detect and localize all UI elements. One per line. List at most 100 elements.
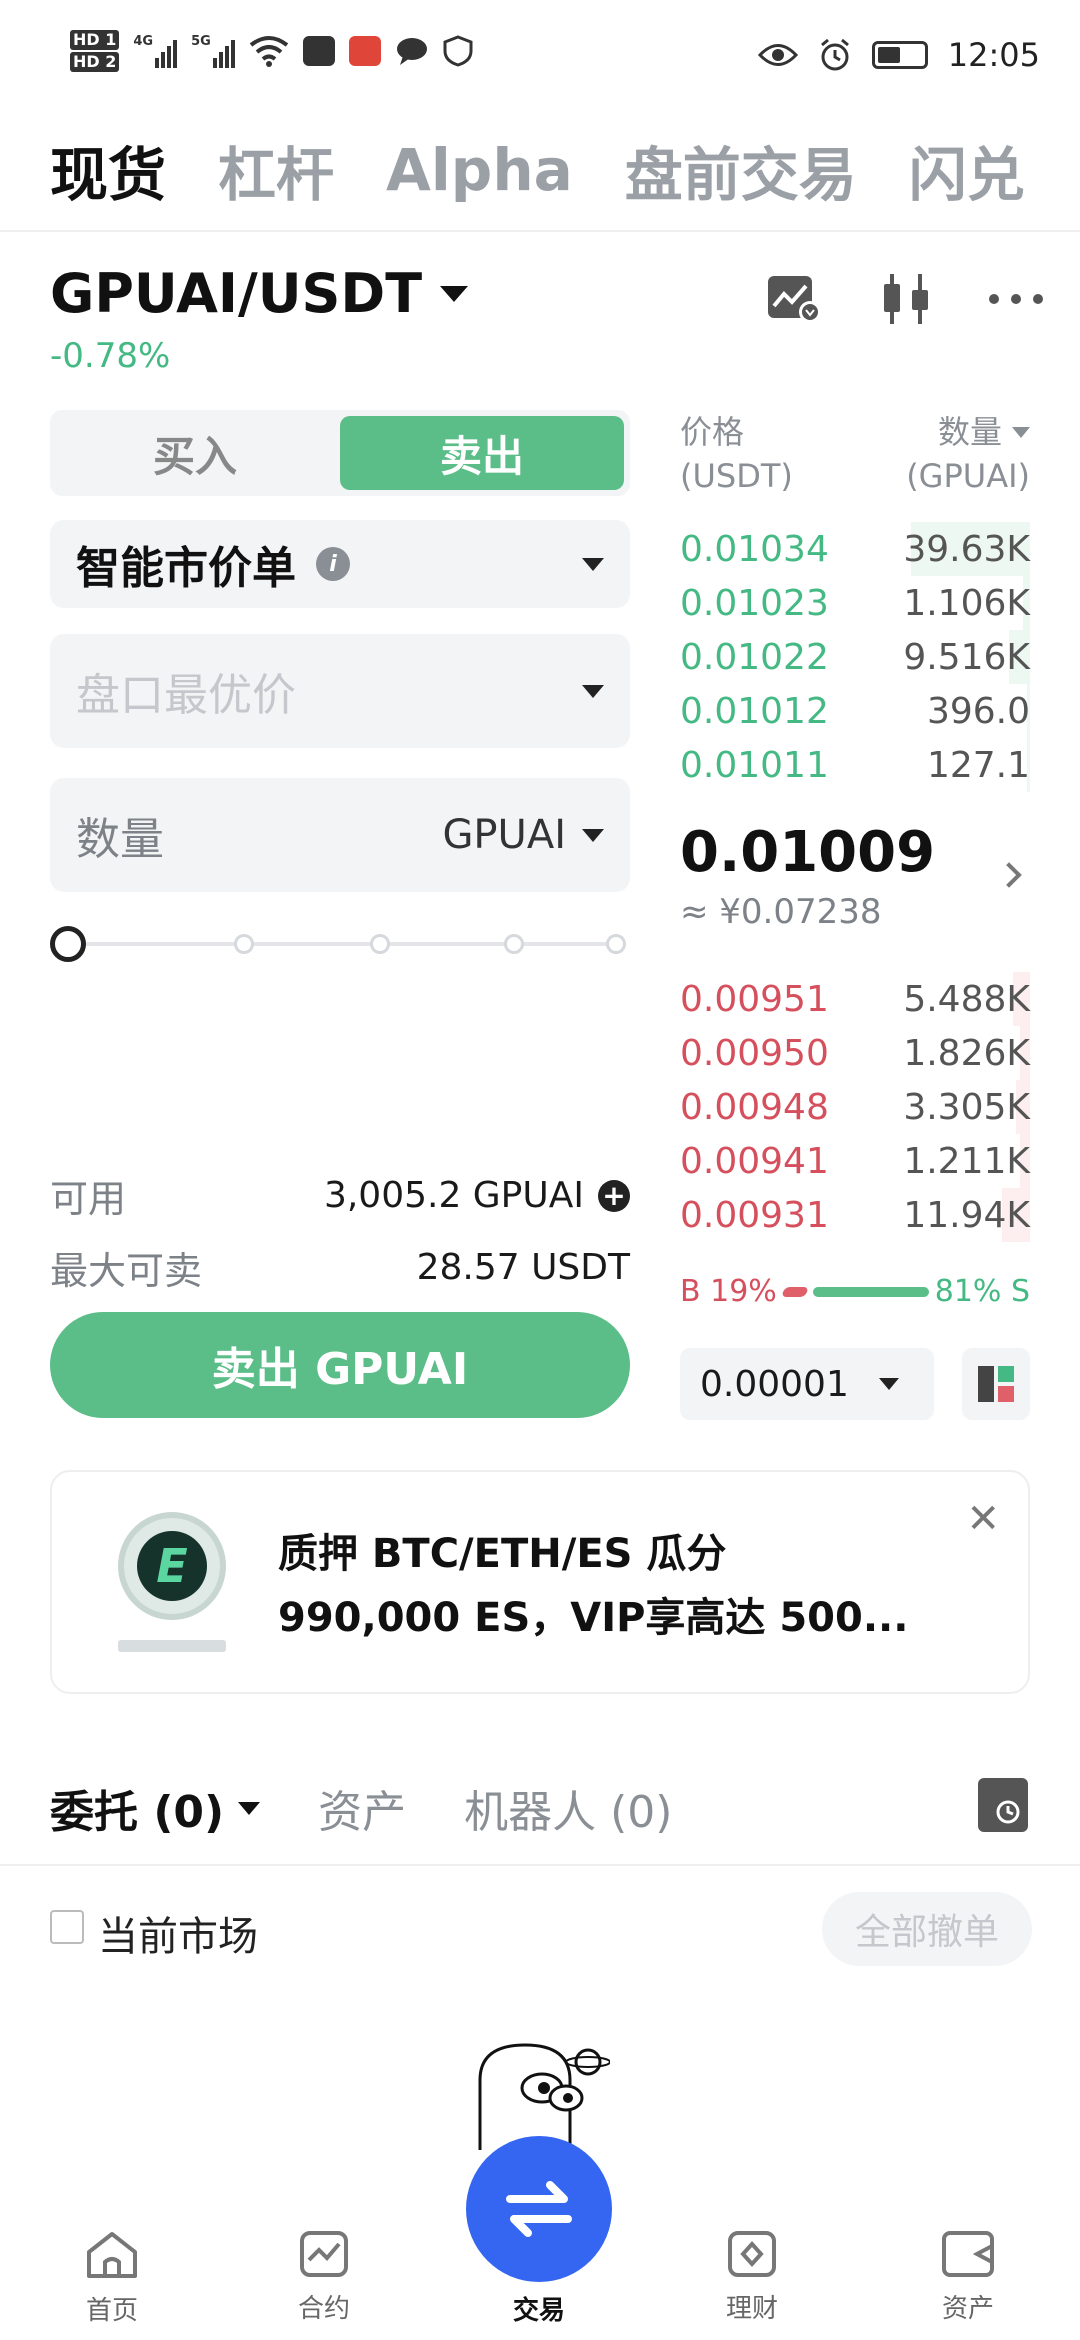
amount-unit-select[interactable]: GPUAI — [442, 812, 604, 858]
available-row: 可用 3,005.2 GPUAI + — [50, 1168, 630, 1223]
more-icon[interactable] — [988, 293, 1044, 305]
chevron-down-icon — [582, 684, 604, 698]
qty-unit: (GPUAI) — [906, 457, 1030, 495]
ask-row[interactable]: 0.01011 127.1 — [680, 738, 1030, 792]
cancel-all-button[interactable]: 全部撤单 — [822, 1892, 1032, 1966]
price-placeholder: 盘口最优价 — [76, 670, 296, 721]
bid-qty: 3.305K — [903, 1086, 1030, 1128]
sell-tab[interactable]: 卖出 — [340, 416, 624, 490]
bid-price: 0.00951 — [680, 978, 829, 1020]
orderbook-header: 价格 (USDT) 数量 (GPUAI) — [680, 410, 1030, 498]
tab-assets[interactable]: 资产 — [318, 1776, 406, 1840]
order-type-select[interactable]: 智能市价单 i — [50, 520, 630, 608]
header-icons — [766, 272, 1044, 326]
amount-slider[interactable] — [50, 924, 630, 964]
tab-alpha[interactable]: Alpha — [386, 136, 573, 204]
last-price[interactable]: 0.01009 — [680, 820, 935, 885]
orders-tabs: 委托 (0) 资产 机器人 (0) — [50, 1776, 672, 1840]
buy-sell-ratio: B 19% 81% S — [680, 1274, 1030, 1309]
amount-input[interactable]: 数量 GPUAI — [50, 778, 630, 892]
bid-qty: 11.94K — [903, 1194, 1030, 1236]
bid-price: 0.00931 — [680, 1194, 829, 1236]
bid-row[interactable]: 0.00950 1.826K — [680, 1026, 1030, 1080]
precision-select[interactable]: 0.00001 — [680, 1348, 934, 1420]
chevron-right-icon[interactable] — [996, 862, 1022, 888]
chevron-down-icon — [1012, 426, 1030, 438]
amount-unit: GPUAI — [442, 812, 566, 858]
current-market-label: 当前市场 — [98, 1914, 258, 1960]
orderbook-layout-button[interactable] — [962, 1348, 1030, 1420]
hd2-badge: HD 2 — [70, 52, 120, 72]
ask-price: 0.01034 — [680, 528, 829, 570]
eye-icon — [757, 44, 798, 66]
max-sell-row: 最大可卖 28.57 USDT — [50, 1240, 630, 1295]
earn-icon — [728, 2231, 776, 2277]
chevron-down-icon — [582, 828, 604, 842]
banner-line2: 990,000 ES，VIP享高达 500... — [278, 1595, 909, 1641]
nav-home[interactable]: 首页 — [32, 2230, 192, 2327]
top-divider — [0, 230, 1080, 232]
qty-header-select[interactable]: 数量 — [906, 410, 1030, 454]
ask-price: 0.01022 — [680, 636, 829, 678]
chart-alert-icon[interactable] — [766, 274, 824, 324]
signal-5g-icon: 5G — [191, 34, 235, 68]
buy-sell-toggle: 买入 卖出 — [50, 410, 630, 496]
bid-price: 0.00950 — [680, 1032, 829, 1074]
slider-knob[interactable] — [50, 926, 86, 962]
precision-value: 0.00001 — [700, 1363, 849, 1405]
bid-row[interactable]: 0.00931 11.94K — [680, 1188, 1030, 1242]
slider-stop-25[interactable] — [234, 934, 254, 954]
ask-price: 0.01023 — [680, 582, 829, 624]
ask-row[interactable]: 0.01034 39.63K — [680, 522, 1030, 576]
tab-convert[interactable]: 闪兑 — [909, 128, 1025, 212]
nav-futures[interactable]: 合约 — [244, 2230, 404, 2325]
tab-premarket[interactable]: 盘前交易 — [625, 128, 857, 212]
hd-badges: HD 1 HD 2 — [70, 30, 120, 72]
tab-spot[interactable]: 现货 — [50, 128, 166, 212]
chevron-down-icon — [440, 285, 469, 302]
mascot-illustration — [478, 2043, 610, 2150]
bid-row[interactable]: 0.00951 5.488K — [680, 972, 1030, 1026]
ask-row[interactable]: 0.01023 1.106K — [680, 576, 1030, 630]
status-time: 12:05 — [947, 36, 1040, 74]
ask-row[interactable]: 0.01022 9.516K — [680, 630, 1030, 684]
nav-earn[interactable]: 理财 — [672, 2230, 832, 2325]
trade-fab-button[interactable] — [466, 2136, 612, 2282]
banner-text: 质押 BTC/ETH/ES 瓜分 990,000 ES，VIP享高达 500..… — [278, 1522, 978, 1650]
buy-ratio-bar — [780, 1286, 809, 1297]
bid-qty: 5.488K — [903, 978, 1030, 1020]
slider-stop-50[interactable] — [370, 934, 390, 954]
tab-bots[interactable]: 机器人 (0) — [464, 1776, 672, 1840]
close-icon[interactable]: ✕ — [966, 1496, 1000, 1542]
last-price-cny: ≈ ¥0.07238 — [680, 892, 882, 932]
bid-qty: 1.211K — [903, 1140, 1030, 1182]
tab-margin[interactable]: 杠杆 — [218, 128, 334, 212]
chat-icon — [396, 38, 427, 65]
nav-assets[interactable]: 资产 — [888, 2230, 1048, 2325]
layout-icon — [978, 1366, 1014, 1402]
sell-ratio-bar — [812, 1286, 929, 1297]
pair-selector[interactable]: GPUAI/USDT — [50, 262, 469, 325]
sell-submit-button[interactable]: 卖出 GPUAI — [50, 1312, 630, 1418]
order-history-icon[interactable] — [978, 1778, 1028, 1832]
status-bar-right: 12:05 — [757, 36, 1040, 74]
status-bar: HD 1 HD 2 4G 5G 12:05 — [0, 0, 1080, 120]
ask-qty: 127.1 — [926, 744, 1030, 786]
candlestick-icon[interactable] — [880, 272, 932, 326]
slider-stop-100[interactable] — [606, 934, 626, 954]
ask-row[interactable]: 0.01012 396.0 — [680, 684, 1030, 738]
slider-stop-75[interactable] — [504, 934, 524, 954]
promo-banner[interactable]: E 质押 BTC/ETH/ES 瓜分 990,000 ES，VIP享高达 500… — [50, 1470, 1030, 1694]
wifi-icon — [249, 36, 289, 67]
amount-label: 数量 — [76, 814, 164, 865]
buy-tab[interactable]: 买入 — [50, 410, 340, 496]
add-funds-icon[interactable]: + — [598, 1179, 630, 1212]
current-market-checkbox[interactable] — [50, 1910, 84, 1944]
alarm-icon — [820, 38, 849, 71]
bid-row[interactable]: 0.00941 1.211K — [680, 1134, 1030, 1188]
tab-orders[interactable]: 委托 (0) — [50, 1776, 261, 1840]
bid-row[interactable]: 0.00948 3.305K — [680, 1080, 1030, 1134]
chevron-down-icon — [238, 1801, 261, 1815]
price-input[interactable]: 盘口最优价 — [50, 634, 630, 748]
info-icon[interactable]: i — [316, 547, 350, 581]
